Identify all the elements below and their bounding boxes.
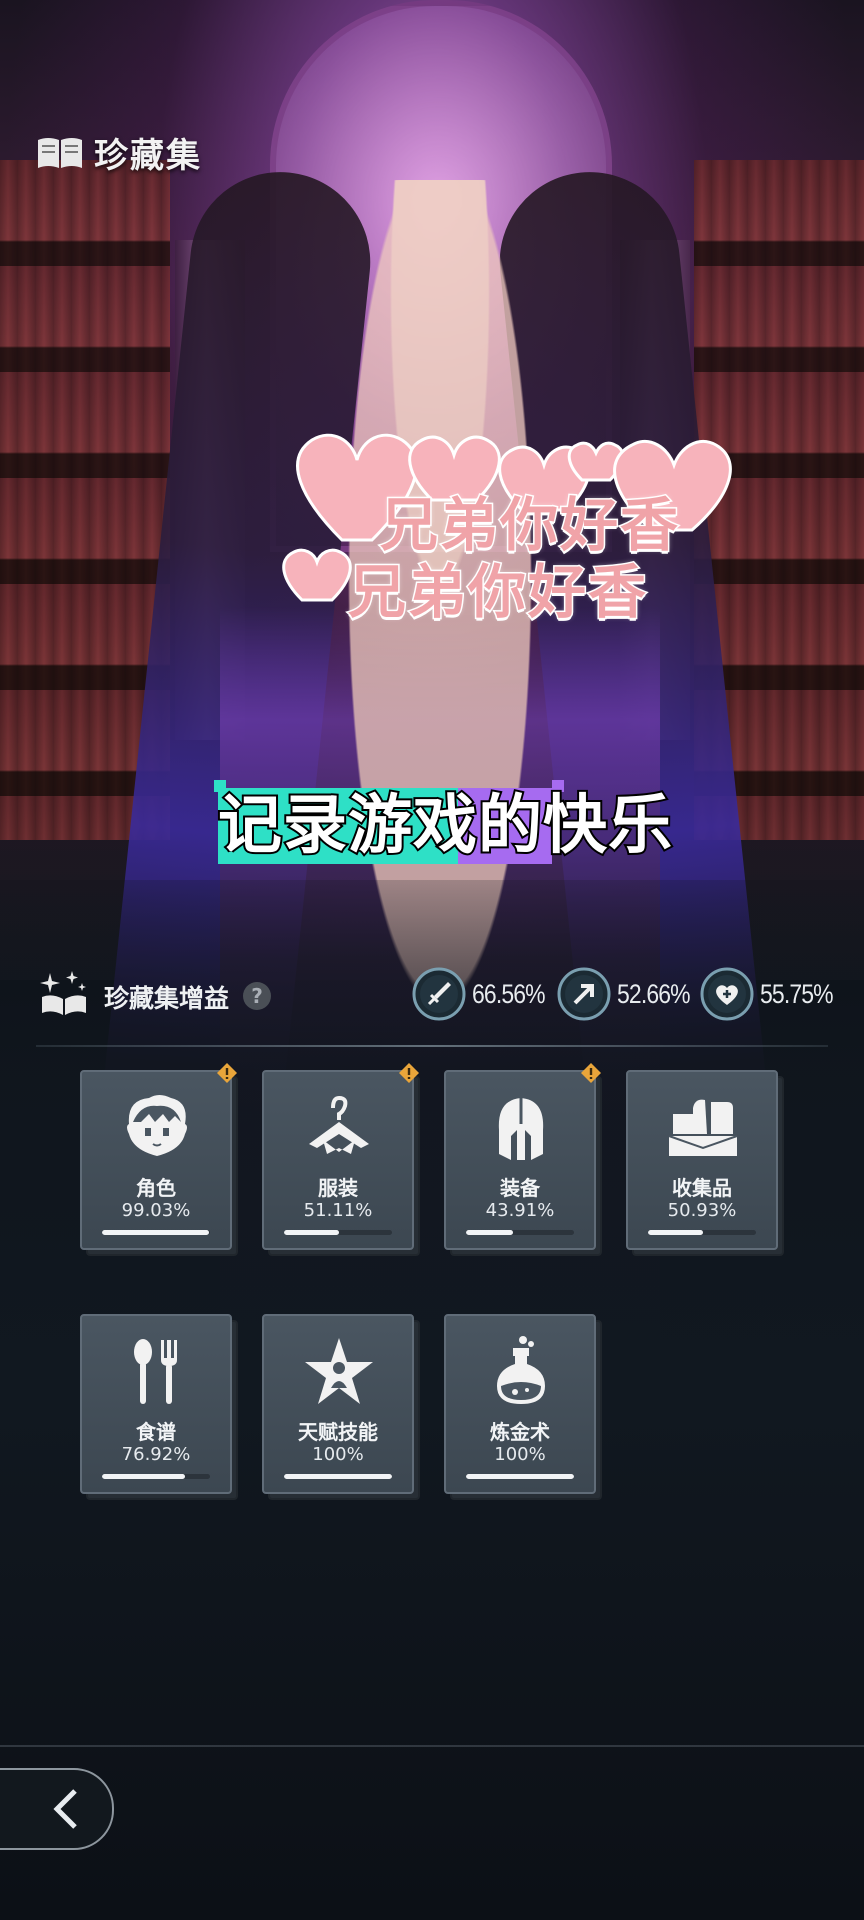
card-label: 装备 <box>500 1176 540 1200</box>
progress-bar <box>102 1230 210 1235</box>
open-book-icon <box>38 137 82 168</box>
card-alchemy[interactable]: 炼金术 100% <box>444 1314 602 1500</box>
alert-icon <box>217 1063 237 1083</box>
sword-icon <box>412 967 466 1021</box>
card-label: 炼金术 <box>490 1420 550 1444</box>
spoon-fork-icon <box>134 1339 177 1404</box>
page-title: 珍藏集 <box>94 136 202 176</box>
card-label: 食谱 <box>136 1420 176 1444</box>
progress-bar <box>102 1474 210 1479</box>
card-percent: 100% <box>494 1444 546 1465</box>
card-outfit[interactable]: 服装 51.11% <box>262 1063 420 1256</box>
caption-text: 记录游戏的快乐 <box>216 787 674 865</box>
progress-bar <box>466 1474 574 1479</box>
progress-bar <box>284 1230 392 1235</box>
helmet-icon <box>498 1098 544 1160</box>
background-scene <box>0 0 864 1920</box>
page-header: 珍藏集 <box>36 128 202 177</box>
card-percent: 99.03% <box>121 1200 191 1221</box>
stat-value: 55.75% <box>760 978 834 1009</box>
alert-icon <box>581 1063 601 1083</box>
help-icon[interactable]: ? <box>243 982 271 1010</box>
alert-icon <box>399 1063 419 1083</box>
progress-bar <box>284 1474 392 1479</box>
card-percent: 50.93% <box>667 1200 737 1221</box>
stat-speed: 52.66% <box>555 965 703 1023</box>
progress-bar <box>648 1230 756 1235</box>
card-character[interactable]: 角色 99.03% <box>80 1063 238 1256</box>
potion-flask-icon <box>497 1336 545 1404</box>
divider <box>36 1045 828 1047</box>
arrow-up-right-icon <box>557 967 611 1021</box>
card-talent-skills[interactable]: 天赋技能 100% <box>262 1314 420 1500</box>
collectibles-icon <box>668 1099 738 1156</box>
stat-value: 52.66% <box>617 978 691 1009</box>
card-label: 服装 <box>318 1176 358 1200</box>
heart-plus-icon <box>700 967 754 1021</box>
hanger-icon <box>309 1095 369 1154</box>
card-percent: 51.11% <box>303 1200 373 1221</box>
card-percent: 76.92% <box>121 1444 191 1465</box>
card-percent: 100% <box>312 1444 364 1465</box>
sparkle-book-icon <box>40 971 86 1015</box>
sticker-text-line-2: 兄弟你好香 <box>346 557 649 628</box>
card-label: 角色 <box>136 1176 176 1200</box>
talent-star-icon <box>305 1338 373 1404</box>
card-label: 天赋技能 <box>298 1420 378 1444</box>
stat-attack: 66.56% <box>410 965 558 1023</box>
stat-value: 66.56% <box>472 978 546 1009</box>
card-equipment[interactable]: 装备 43.91% <box>444 1063 602 1256</box>
collection-bonus-bar: 珍藏集增益 ? 66.56% 52.66% 55.75% <box>38 965 838 1035</box>
card-label: 收集品 <box>672 1176 732 1200</box>
progress-bar <box>466 1230 574 1235</box>
stat-health: 55.75% <box>698 965 846 1023</box>
divider <box>0 1745 864 1747</box>
back-button[interactable] <box>0 1768 114 1850</box>
card-percent: 43.91% <box>485 1200 555 1221</box>
card-collectibles[interactable]: 收集品 50.93% <box>626 1070 784 1256</box>
chevron-left-icon <box>53 1789 77 1829</box>
character-face-icon <box>127 1095 187 1156</box>
bonus-label: 珍藏集增益 <box>104 984 230 1013</box>
card-recipes[interactable]: 食谱 76.92% <box>80 1314 238 1500</box>
